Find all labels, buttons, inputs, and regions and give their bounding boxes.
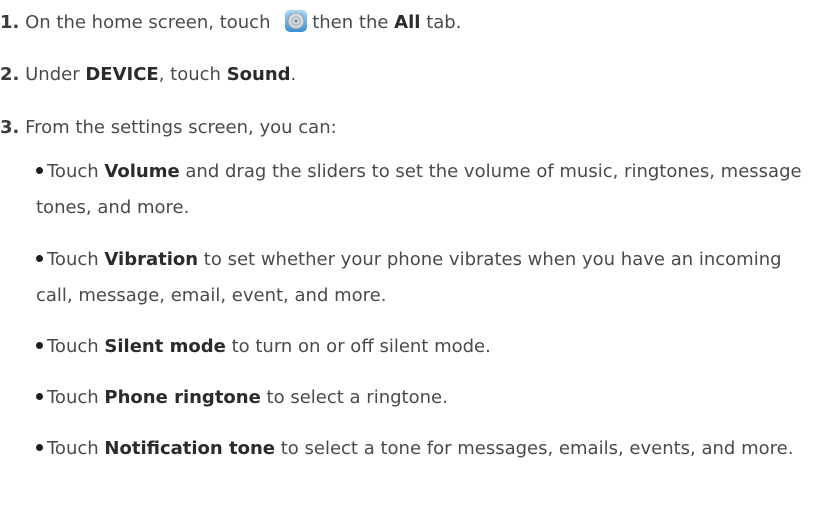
bullet-icon <box>36 392 43 400</box>
step-text: touch <box>170 64 221 85</box>
step-text: tab. <box>426 12 462 33</box>
phone-ringtone-label: Phone ringtone <box>104 387 261 408</box>
bullet-text: Touch <box>47 387 99 408</box>
step-text: then the <box>312 12 389 33</box>
step-text: Under <box>25 64 80 85</box>
bullet-icon <box>36 341 43 349</box>
bullet-silent-mode: Touch Silent mode to turn on or off sile… <box>36 329 811 365</box>
bullet-icon <box>36 166 43 174</box>
step-number: 2. <box>0 64 20 85</box>
bullet-text: to turn on or off silent mode. <box>231 336 491 357</box>
bullet-notification-tone: Touch Notification tone to select a tone… <box>36 431 811 467</box>
step-2: 2. Under DEVICE, touch Sound. <box>0 62 296 88</box>
bullet-text: Touch <box>47 336 99 357</box>
silent-mode-label: Silent mode <box>104 336 226 357</box>
step-3: 3. From the settings screen, you can: <box>0 115 337 141</box>
bullet-phone-ringtone: Touch Phone ringtone to select a rington… <box>36 380 811 416</box>
bullet-text: to select a tone for messages, emails, e… <box>280 438 794 459</box>
bullet-icon <box>36 254 43 262</box>
settings-gear-icon <box>284 9 308 33</box>
step-text: . <box>290 64 297 85</box>
step-number: 3. <box>0 117 20 138</box>
notification-tone-label: Notification tone <box>104 438 275 459</box>
step-text: , <box>158 64 165 85</box>
step-text: On the home screen, touch <box>25 12 271 33</box>
bullet-text: to select a ringtone. <box>266 387 448 408</box>
bullet-text: Touch <box>47 249 99 270</box>
bullet-text: Touch <box>47 438 99 459</box>
volume-label: Volume <box>104 161 180 182</box>
bullet-volume: Touch Volume and drag the sliders to set… <box>36 154 811 226</box>
step-number: 1. <box>0 12 20 33</box>
step-text: From the settings screen, you can: <box>25 117 337 138</box>
bullet-icon <box>36 443 43 451</box>
all-tab-label: All <box>394 12 421 33</box>
device-label: DEVICE <box>85 64 159 85</box>
sound-label: Sound <box>226 64 291 85</box>
step-1: 1. On the home screen, touch then the Al… <box>0 9 461 36</box>
vibration-label: Vibration <box>104 249 199 270</box>
bullet-text: Touch <box>47 161 99 182</box>
bullet-vibration: Touch Vibration to set whether your phon… <box>36 242 811 314</box>
